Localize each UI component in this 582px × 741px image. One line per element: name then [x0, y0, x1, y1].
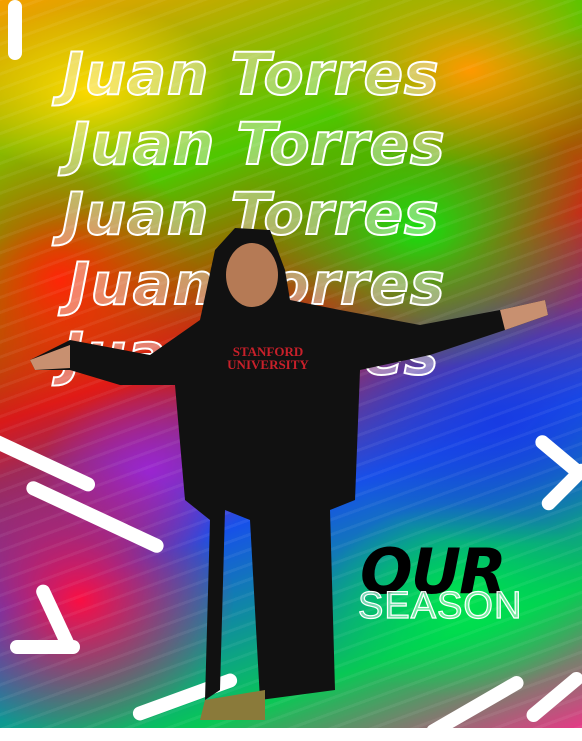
shirt-line-2: UNIVERSITY: [227, 357, 309, 372]
shirt-print: STANFORD UNIVERSITY: [222, 345, 314, 371]
right-hand: [500, 300, 548, 330]
title-season: SEASON: [357, 584, 523, 627]
person-silhouette: [30, 228, 548, 700]
face: [226, 243, 278, 307]
